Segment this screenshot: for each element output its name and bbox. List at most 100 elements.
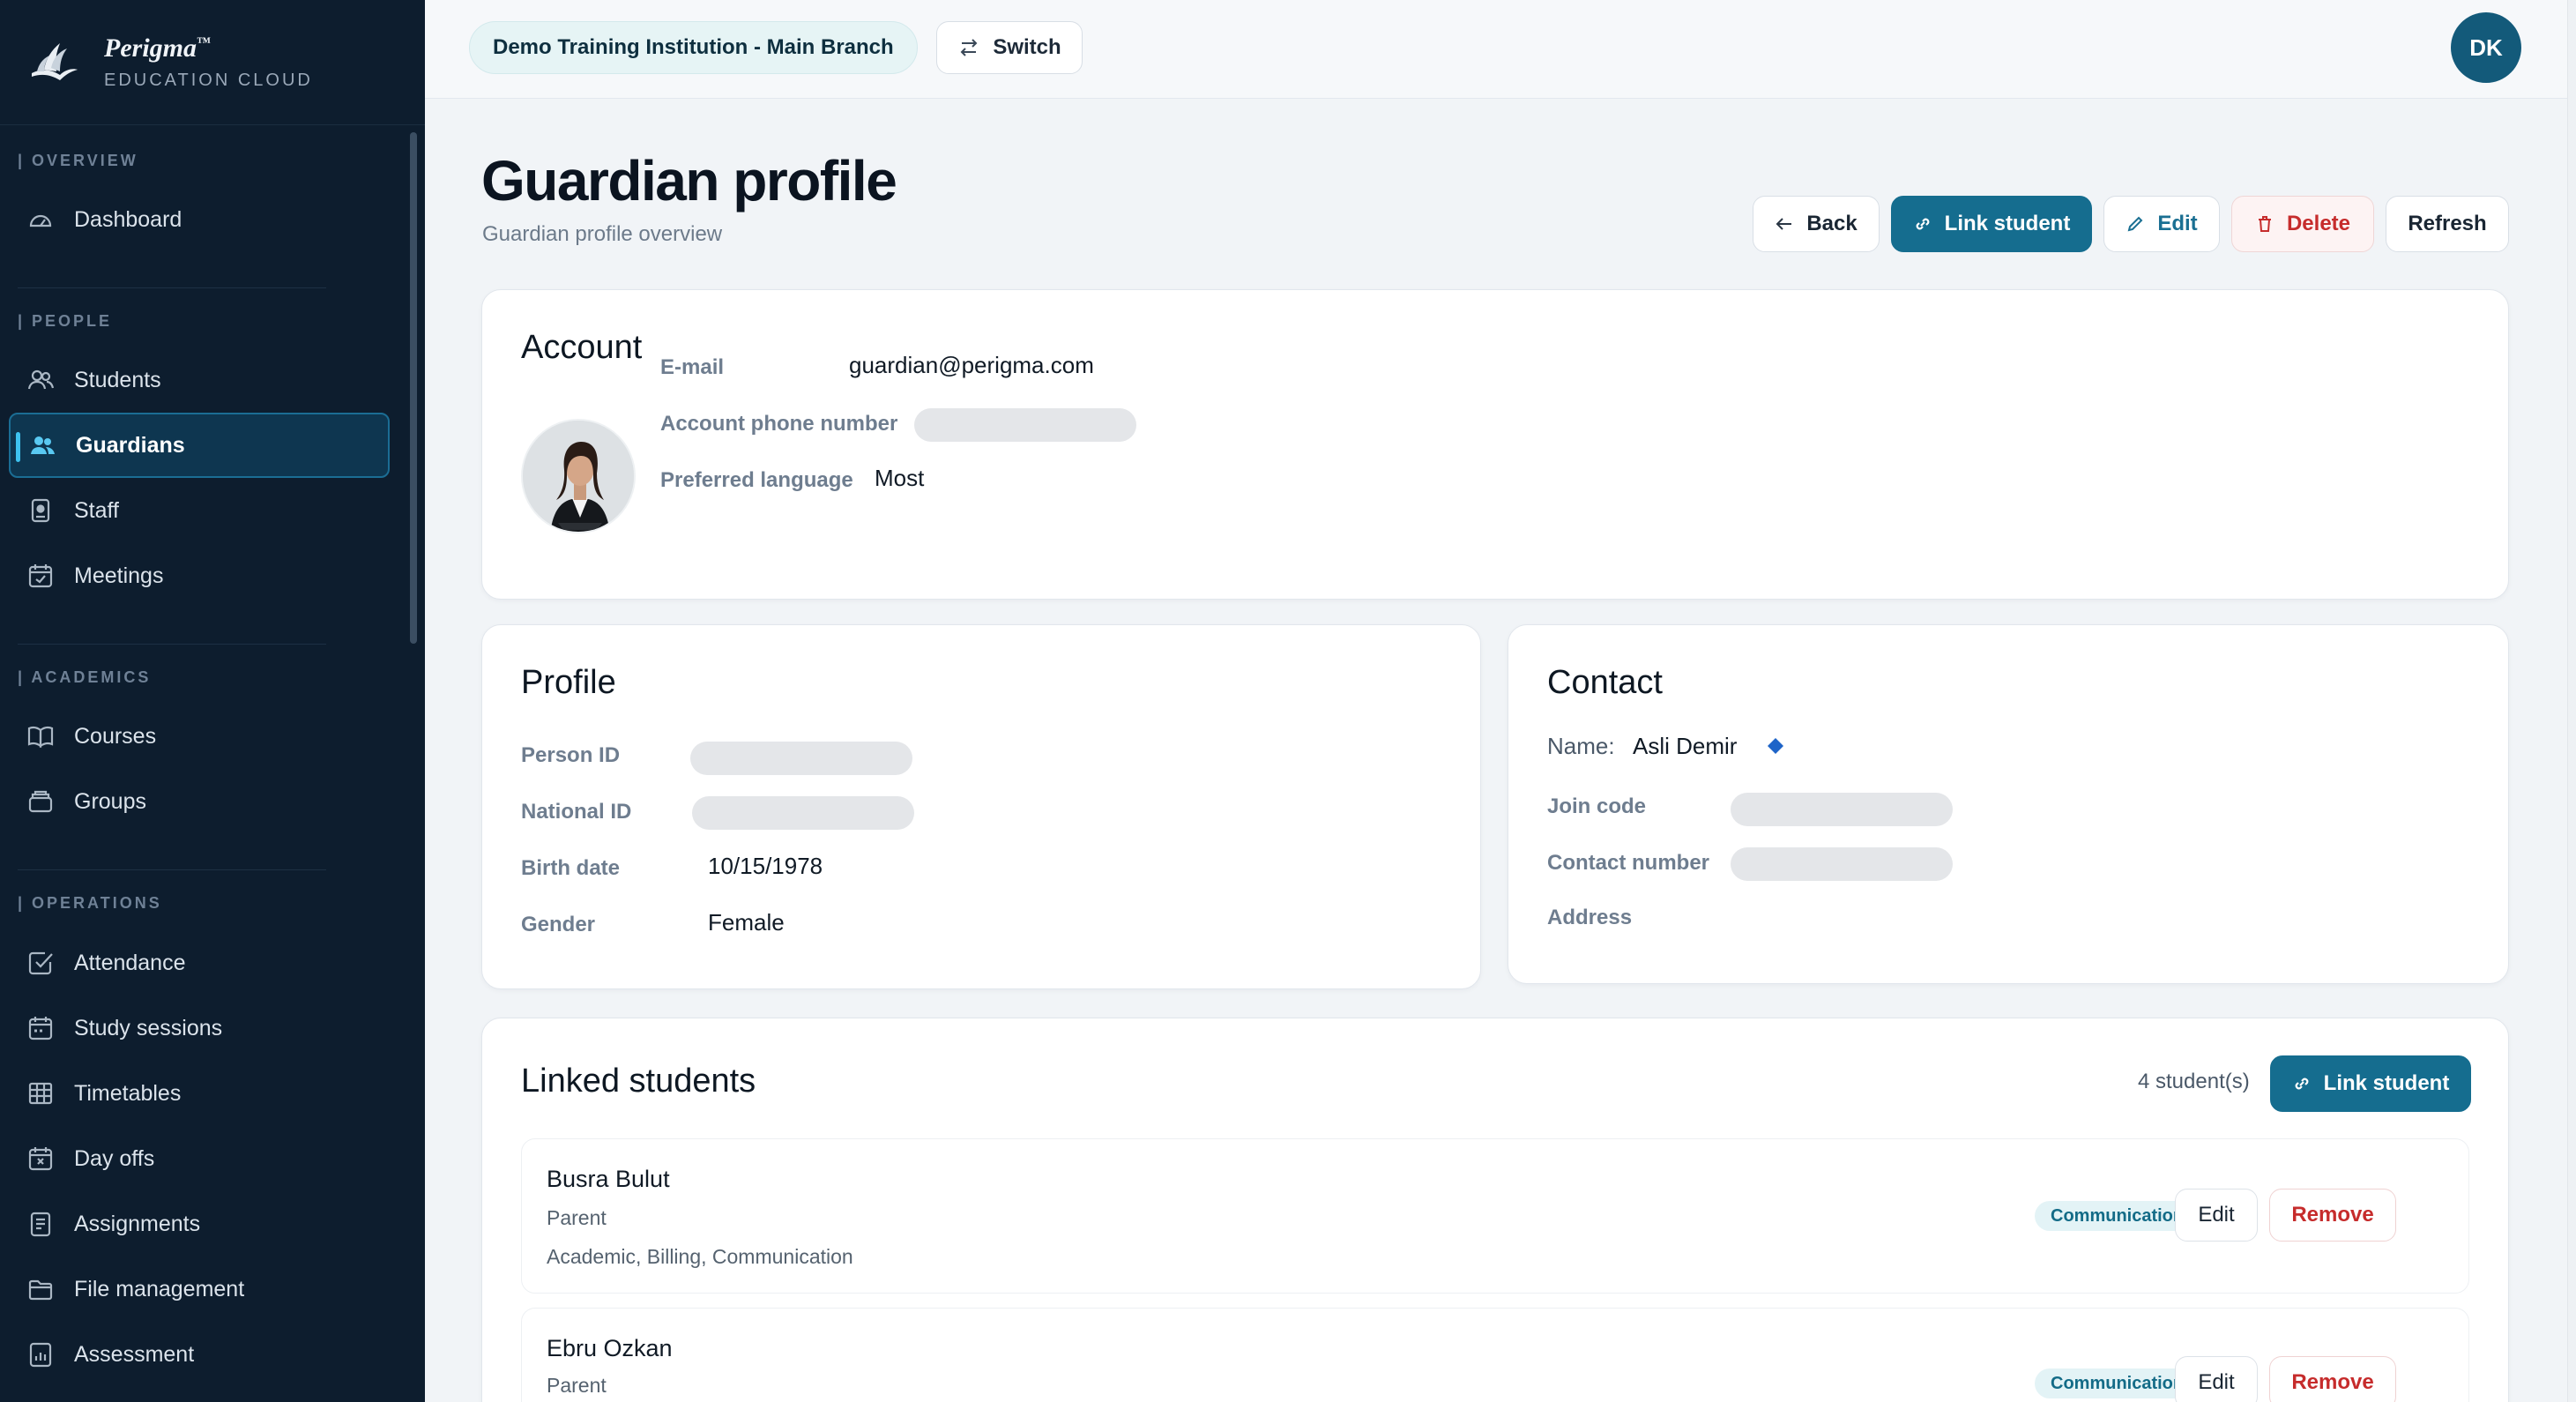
sidebar-item-groups[interactable]: Groups (9, 769, 390, 834)
sidebar-divider (18, 287, 326, 288)
join-code-label: Join code (1547, 794, 1647, 818)
checkbox-icon (26, 949, 55, 977)
contact-number-placeholder (1731, 847, 1953, 881)
guardian-photo (521, 419, 636, 533)
link-student-button-secondary[interactable]: Link student (2270, 1055, 2471, 1112)
gender-value: Female (708, 909, 785, 936)
arrow-left-icon (1776, 218, 1792, 230)
back-button[interactable]: Back (1753, 196, 1880, 252)
contact-card: Contact Name: Asli Demir Join code Conta… (1508, 624, 2509, 984)
grid-icon (26, 1079, 55, 1107)
sidebar-divider (18, 869, 326, 870)
student-name: Busra Bulut (547, 1166, 670, 1192)
profile-card: Profile Person ID National ID Birth date… (481, 624, 1481, 989)
delete-button[interactable]: Delete (2231, 196, 2374, 252)
phone-label: Account phone number (660, 412, 898, 436)
linked-students-card: Linked students 4 student(s) Link studen… (481, 1018, 2509, 1402)
chart-icon (26, 1340, 55, 1368)
person-id-label: Person ID (521, 743, 621, 767)
sidebar-divider (18, 644, 326, 645)
edit-student-link-button[interactable]: Edit (2175, 1356, 2258, 1402)
section-operations: | OPERATIONS (18, 894, 162, 912)
badge-icon (26, 496, 55, 525)
email-value: guardian@perigma.com (849, 352, 1094, 378)
student-relation: Parent (547, 1374, 607, 1397)
calendar-check-icon (26, 562, 55, 590)
account-card: Account E-mail guardian@perigma.com Acco… (481, 289, 2509, 600)
page-title: Guardian profile (481, 149, 897, 213)
join-code-placeholder (1731, 793, 1953, 826)
branch-chip[interactable]: Demo Training Institution - Main Branch (469, 21, 918, 74)
topbar: Demo Training Institution - Main Branch … (425, 0, 2576, 99)
gender-label: Gender (521, 913, 596, 936)
phone-value-placeholder (914, 408, 1136, 442)
sidebar-scrollbar[interactable] (410, 132, 417, 644)
trash-icon (2258, 216, 2271, 232)
birth-date-value: 10/15/1978 (708, 853, 823, 879)
book-icon (26, 722, 55, 750)
contact-number-label: Contact number (1547, 851, 1710, 875)
link-icon (2295, 1078, 2309, 1090)
national-id-label: National ID (521, 800, 632, 824)
sidebar-item-guardians[interactable]: Guardians (9, 413, 390, 478)
remove-student-link-button[interactable]: Remove (2269, 1189, 2396, 1242)
section-academics: | ACADEMICS (18, 668, 152, 686)
page-subtitle: Guardian profile overview (482, 222, 723, 246)
sidebar: Perigma™ EDUCATION CLOUD | OVERVIEW Dash… (0, 0, 425, 1402)
brand-name: Perigma™ (104, 34, 211, 63)
gauge-icon (26, 205, 55, 234)
section-overview: | OVERVIEW (18, 152, 138, 169)
person-id-placeholder (690, 742, 912, 775)
brand[interactable]: Perigma™ EDUCATION CLOUD (0, 0, 425, 125)
language-value: Most (875, 465, 925, 491)
avatar (523, 421, 634, 532)
sidebar-item-meetings[interactable]: Meetings (9, 543, 390, 608)
student-permissions: Academic, Billing, Communication (547, 1245, 853, 1268)
sidebar-item-assignments[interactable]: Assignments (9, 1191, 390, 1257)
edit-student-link-button[interactable]: Edit (2175, 1189, 2258, 1242)
account-title: Account (521, 329, 643, 366)
sidebar-item-timetables[interactable]: Timetables (9, 1061, 390, 1126)
brand-subtitle: EDUCATION CLOUD (104, 71, 313, 90)
sidebar-item-students[interactable]: Students (9, 347, 390, 413)
contact-name-label: Name: (1547, 733, 1615, 759)
sidebar-item-attendance[interactable]: Attendance (9, 930, 390, 996)
logo-icon (32, 42, 78, 80)
calendar-x-icon (26, 1145, 55, 1173)
remove-student-link-button[interactable]: Remove (2269, 1356, 2396, 1402)
link-icon (1916, 218, 1930, 230)
sidebar-item-assessment[interactable]: Assessment (9, 1322, 390, 1387)
sidebar-item-courses[interactable]: Courses (9, 704, 390, 769)
sidebar-item-dashboard[interactable]: Dashboard (9, 187, 390, 252)
section-people: | PEOPLE (18, 312, 113, 330)
address-label: Address (1547, 906, 1633, 929)
sidebar-item-study-sessions[interactable]: Study sessions (9, 996, 390, 1061)
linked-students-title: Linked students (521, 1063, 756, 1100)
folder-icon (26, 1275, 55, 1303)
language-label: Preferred language (660, 468, 853, 492)
contact-name-value: Asli Demir (1633, 733, 1738, 759)
edit-button[interactable]: Edit (2103, 196, 2220, 252)
birth-date-label: Birth date (521, 856, 621, 880)
diamond-icon (1768, 738, 1783, 754)
list-item: Busra Bulut Parent Academic, Billing, Co… (521, 1138, 2469, 1294)
users-icon (26, 366, 55, 394)
profile-title: Profile (521, 664, 616, 701)
sidebar-item-staff[interactable]: Staff (9, 478, 390, 543)
refresh-button[interactable]: Refresh (2386, 196, 2509, 252)
student-name: Ebru Ozkan (547, 1335, 673, 1361)
sidebar-item-file-management[interactable]: File management (9, 1257, 390, 1322)
pencil-icon (2127, 216, 2143, 232)
list-item: Ebru Ozkan Parent Communication Edit Rem… (521, 1308, 2469, 1402)
student-relation: Parent (547, 1206, 607, 1229)
switch-icon (960, 39, 978, 56)
user-avatar[interactable]: DK (2451, 12, 2521, 83)
page-scrollbar[interactable] (2567, 0, 2576, 1402)
national-id-placeholder (692, 796, 914, 830)
switch-branch-button[interactable]: Switch (936, 21, 1083, 74)
sidebar-item-day-offs[interactable]: Day offs (9, 1126, 390, 1191)
email-label: E-mail (660, 355, 725, 379)
student-count: 4 student(s) (2138, 1070, 2250, 1093)
link-student-button[interactable]: Link student (1891, 196, 2092, 252)
contact-title: Contact (1547, 664, 1663, 701)
